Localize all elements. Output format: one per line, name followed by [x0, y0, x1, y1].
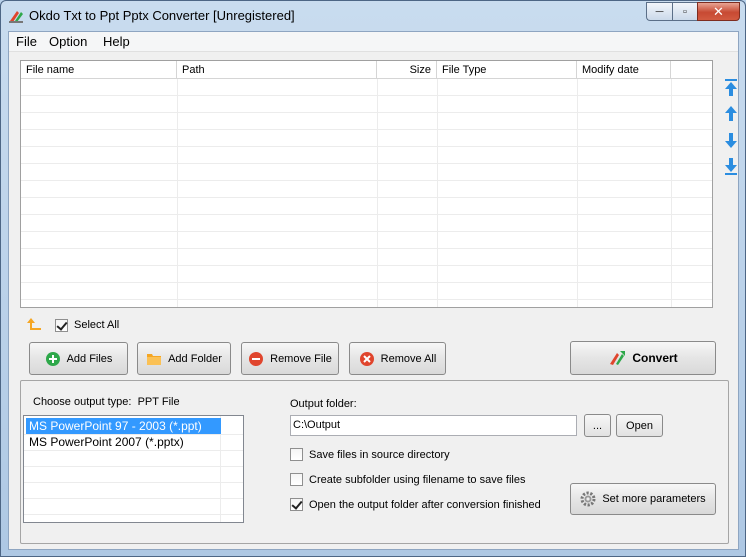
add-folder-label: Add Folder	[168, 352, 222, 365]
table-row	[21, 283, 712, 300]
open-folder-button[interactable]: Open	[616, 414, 663, 437]
add-folder-button[interactable]: Add Folder	[137, 342, 231, 375]
select-all-label: Select All	[74, 319, 120, 331]
file-list-header: File name Path Size File Type Modify dat…	[21, 61, 712, 79]
app-logo-icon	[9, 11, 23, 23]
output-type-option-pptx[interactable]: MS PowerPoint 2007 (*.pptx)	[26, 434, 221, 450]
title-bar: Okdo Txt to Ppt Pptx Converter [Unregist…	[1, 1, 745, 31]
go-up-folder-icon[interactable]	[27, 318, 43, 332]
column-divider	[437, 79, 438, 307]
option-create-subfolder[interactable]: Create subfolder using filename to save …	[290, 473, 525, 486]
gear-icon	[580, 491, 596, 507]
table-row	[21, 79, 712, 96]
folder-icon	[146, 351, 162, 367]
table-row	[21, 232, 712, 249]
set-more-parameters-label: Set more parameters	[602, 493, 706, 505]
open-output-folder-label: Open the output folder after conversion …	[309, 498, 541, 511]
column-size[interactable]: Size	[377, 61, 437, 79]
column-divider	[177, 79, 178, 307]
remove-all-label: Remove All	[380, 352, 437, 365]
list-divider	[24, 514, 243, 515]
list-divider	[24, 498, 243, 499]
table-row	[21, 113, 712, 130]
select-all-checkbox[interactable]	[55, 318, 68, 332]
table-row	[21, 96, 712, 113]
column-divider	[671, 79, 672, 307]
save-in-source-checkbox[interactable]	[290, 448, 303, 461]
column-file-name[interactable]: File name	[21, 61, 177, 79]
remove-all-button[interactable]: Remove All	[349, 342, 446, 375]
set-more-parameters-button[interactable]: Set more parameters	[570, 483, 716, 515]
table-row	[21, 215, 712, 232]
list-divider	[24, 482, 243, 483]
remove-file-label: Remove File	[270, 352, 332, 365]
output-type-label: Choose output type: PPT File	[33, 396, 180, 408]
list-divider	[24, 466, 243, 467]
list-divider	[24, 450, 243, 451]
add-files-label: Add Files	[66, 352, 113, 365]
output-type-list[interactable]: MS PowerPoint 97 - 2003 (*.ppt) MS Power…	[23, 415, 244, 523]
option-open-output-folder[interactable]: Open the output folder after conversion …	[290, 498, 541, 511]
column-modify-date[interactable]: Modify date	[577, 61, 671, 79]
table-row	[21, 147, 712, 164]
select-all-row: Select All	[27, 317, 119, 333]
output-folder-input[interactable]: C:\Output	[290, 415, 577, 436]
remove-icon	[248, 351, 264, 367]
table-row	[21, 164, 712, 181]
menu-help[interactable]: Help	[103, 34, 130, 49]
open-output-folder-checkbox[interactable]	[290, 498, 303, 511]
browse-button[interactable]: ...	[584, 414, 611, 437]
create-subfolder-label: Create subfolder using filename to save …	[309, 473, 526, 486]
add-files-button[interactable]: Add Files	[29, 342, 128, 375]
option-save-in-source[interactable]: Save files in source directory	[290, 448, 450, 461]
table-row	[21, 266, 712, 283]
move-bottom-icon[interactable]	[722, 156, 740, 176]
convert-label: Convert	[632, 351, 678, 365]
output-type-option-ppt[interactable]: MS PowerPoint 97 - 2003 (*.ppt)	[26, 418, 221, 434]
remove-all-icon	[359, 351, 375, 367]
remove-file-button[interactable]: Remove File	[241, 342, 339, 375]
menu-option[interactable]: Option	[49, 34, 87, 49]
column-file-type[interactable]: File Type	[437, 61, 577, 79]
app-window: Okdo Txt to Ppt Pptx Converter [Unregist…	[0, 0, 746, 557]
save-in-source-label: Save files in source directory	[309, 448, 450, 461]
convert-icon	[608, 349, 626, 367]
list-divider	[24, 434, 243, 435]
table-row	[21, 249, 712, 266]
output-folder-label: Output folder:	[290, 398, 357, 410]
move-down-icon[interactable]	[722, 130, 740, 150]
menu-bar: File Option Help	[9, 32, 738, 52]
minimize-button[interactable]: ─	[646, 2, 672, 21]
move-top-icon[interactable]	[722, 78, 740, 98]
column-divider	[577, 79, 578, 307]
maximize-button[interactable]: ▫	[672, 2, 697, 21]
table-row	[21, 130, 712, 147]
table-row	[21, 181, 712, 198]
create-subfolder-checkbox[interactable]	[290, 473, 303, 486]
move-up-icon[interactable]	[722, 104, 740, 124]
menu-file[interactable]: File	[16, 34, 37, 49]
table-row	[21, 198, 712, 215]
client-area: File Option Help File name Path Size Fil…	[8, 31, 739, 550]
output-type-value: PPT File	[137, 396, 180, 408]
file-list[interactable]: File name Path Size File Type Modify dat…	[20, 60, 713, 308]
window-title: Okdo Txt to Ppt Pptx Converter [Unregist…	[29, 8, 295, 23]
column-divider	[377, 79, 378, 307]
convert-button[interactable]: Convert	[570, 341, 716, 375]
add-icon	[45, 351, 61, 367]
close-button[interactable]: ✕	[697, 2, 740, 21]
column-path[interactable]: Path	[177, 61, 377, 79]
